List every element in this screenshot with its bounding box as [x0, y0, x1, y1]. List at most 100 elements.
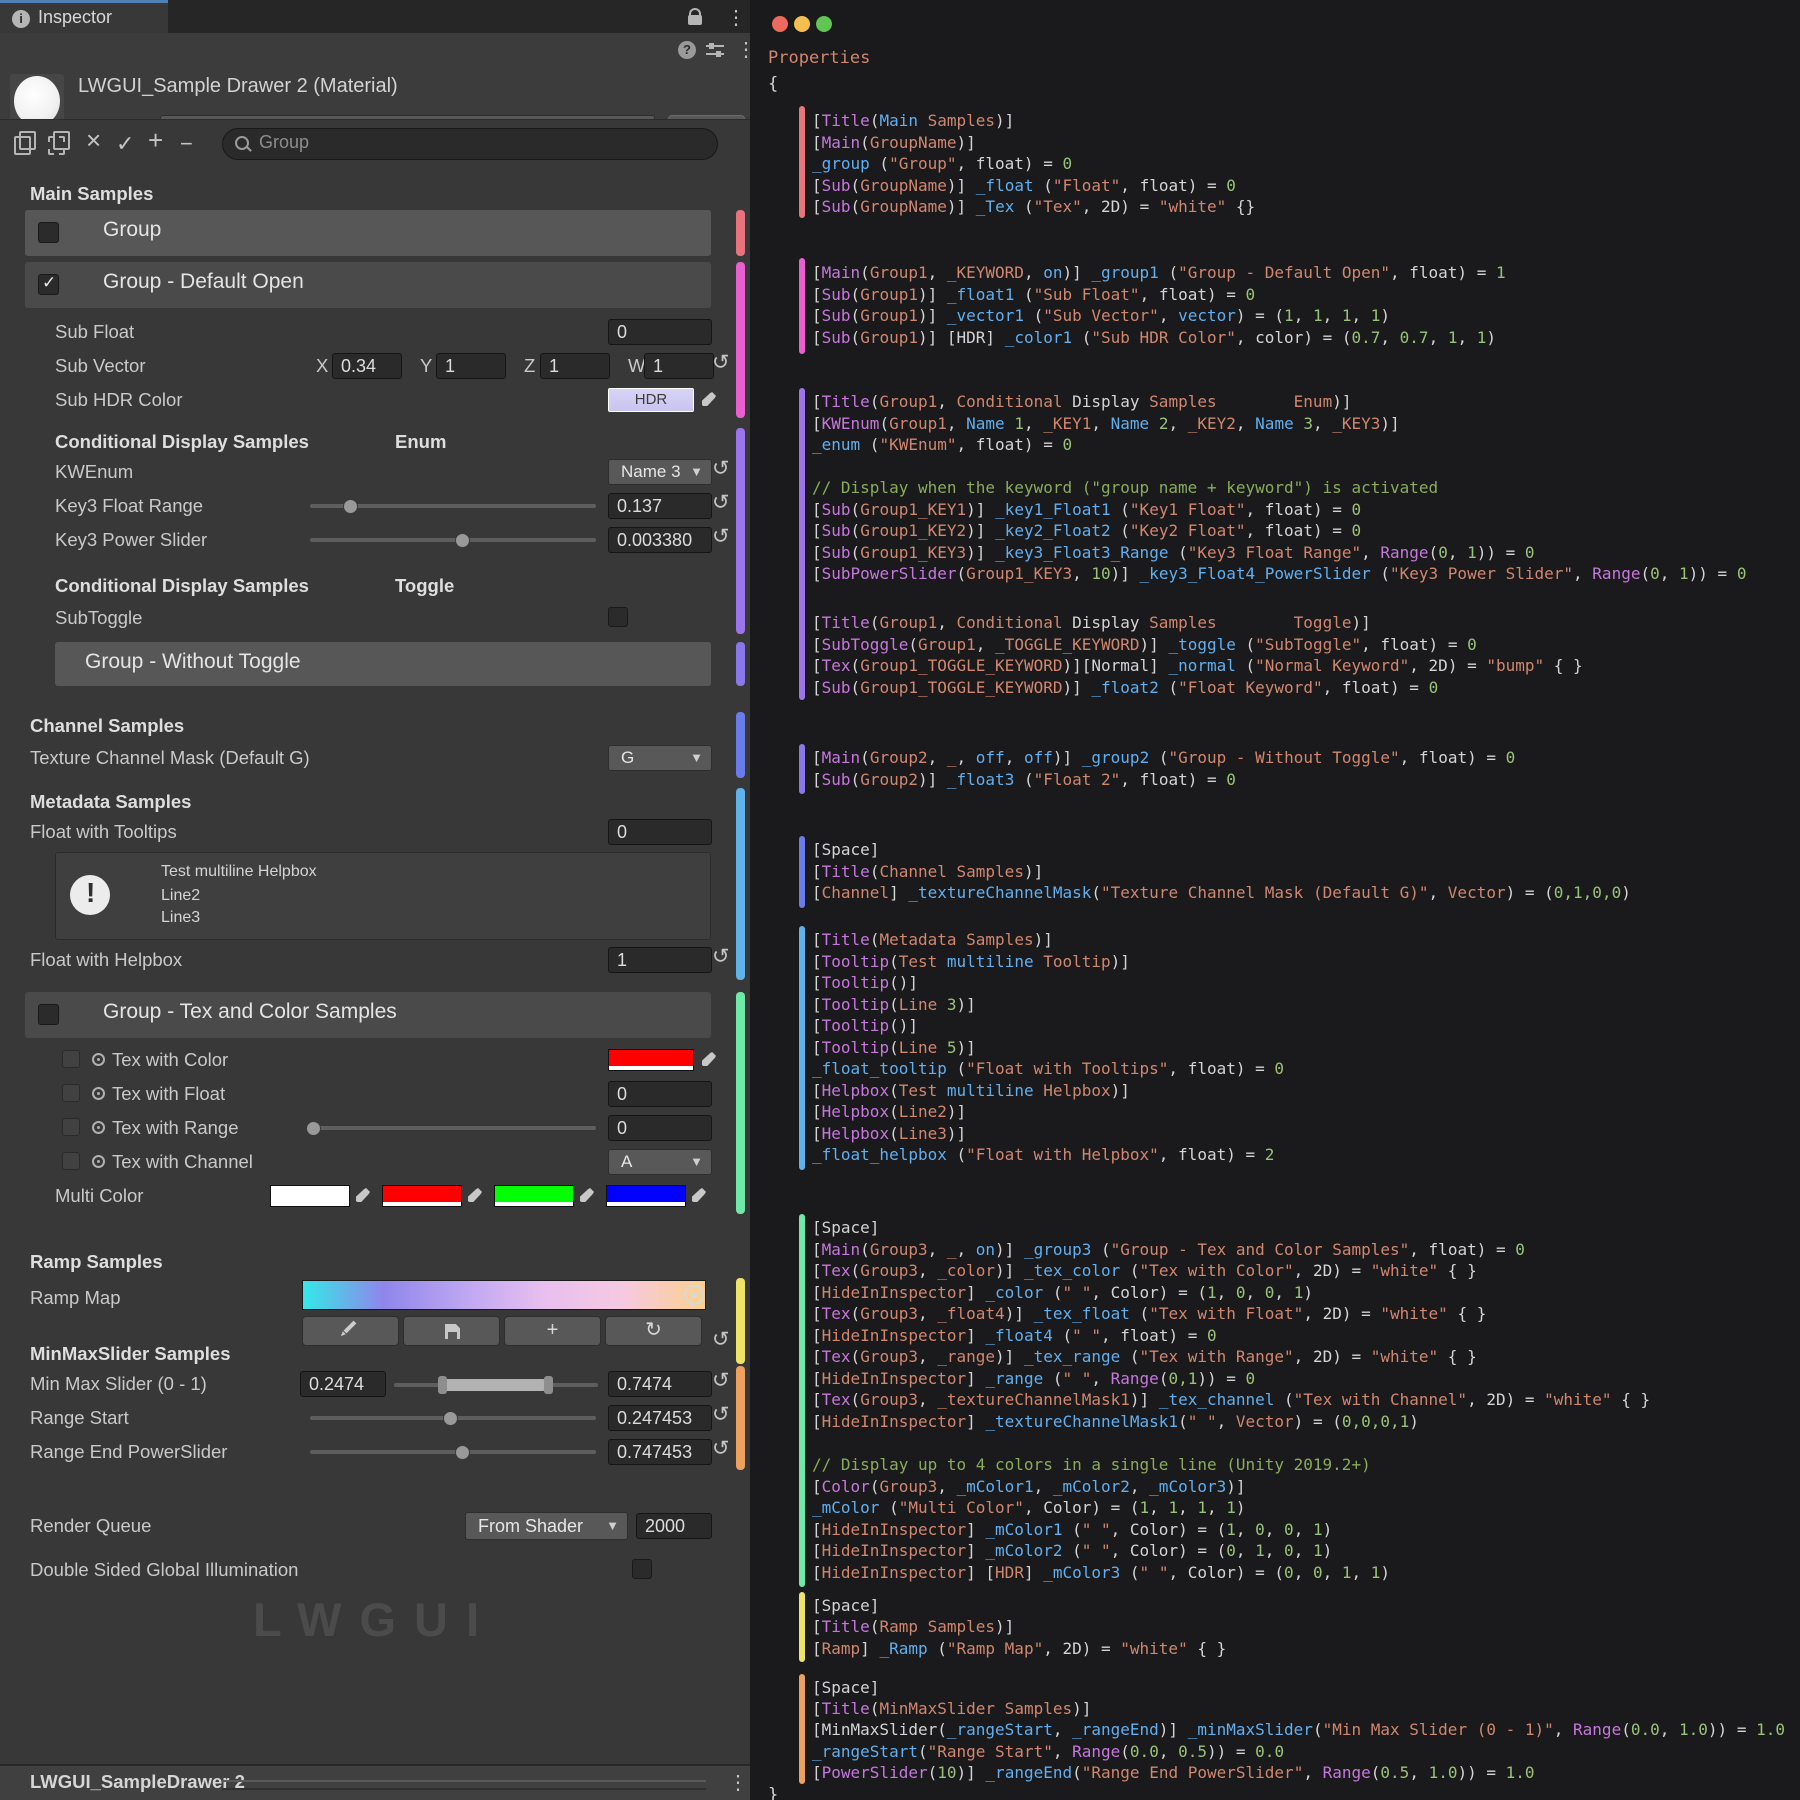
group-default-open-header[interactable]: Group - Default Open	[25, 262, 711, 308]
ramp-refresh-button[interactable]: ↻	[605, 1316, 702, 1346]
tab-inspector[interactable]: i Inspector	[0, 0, 168, 33]
add-icon[interactable]: +	[148, 126, 163, 154]
apply-icon[interactable]: ✓	[116, 130, 134, 158]
preset-icon[interactable]	[706, 43, 724, 57]
eyedropper-icon[interactable]	[466, 1186, 484, 1204]
section-color-bar	[736, 210, 745, 256]
minmax-grip-left[interactable]	[438, 1376, 447, 1394]
tex-range-slider[interactable]	[310, 1126, 596, 1130]
code-line: [Tooltip(Line 5)]	[812, 1038, 976, 1058]
ramp-gradient[interactable]	[302, 1280, 706, 1310]
dsgi-checkbox[interactable]	[632, 1559, 652, 1579]
tex-range-checkbox[interactable]	[62, 1118, 80, 1136]
discard-icon[interactable]: ×	[86, 126, 101, 154]
undo-icon[interactable]: ↺	[712, 1327, 736, 1352]
ramp-target-icon[interactable]	[684, 1285, 704, 1305]
tex-channel-checkbox[interactable]	[62, 1152, 80, 1170]
y-field[interactable]: 1	[436, 353, 506, 379]
zoom-icon[interactable]	[816, 16, 832, 32]
code-line: [Sub(Group2)] _float3 ("Float 2", float)…	[812, 770, 1236, 790]
code-line: [Sub(Group1_KEY3)] _key3_Float3_Range ("…	[812, 543, 1535, 563]
undo-icon[interactable]: ↺	[712, 1436, 736, 1461]
dsgi-label: Double Sided Global Illumination	[30, 1556, 298, 1584]
lock-icon[interactable]	[688, 15, 702, 25]
eyedropper-icon[interactable]	[700, 390, 718, 408]
color-swatch[interactable]	[494, 1185, 574, 1207]
search-field[interactable]: Group	[222, 128, 718, 160]
drag-handle[interactable]	[222, 1780, 706, 1790]
tex-channel-dropdown[interactable]: A ▼	[608, 1149, 712, 1175]
undo-icon[interactable]: ↺	[712, 456, 736, 481]
render-queue-dropdown[interactable]: From Shader ▼	[465, 1512, 628, 1540]
range-start-label: Range Start	[30, 1404, 129, 1432]
w-field[interactable]: 1	[644, 353, 714, 379]
group-default-open-checkbox[interactable]	[38, 274, 59, 295]
subtoggle-checkbox[interactable]	[608, 607, 628, 627]
hdr-color-swatch[interactable]: HDR	[608, 388, 694, 412]
float-tooltips-field[interactable]: 0	[608, 819, 712, 845]
minmax-max-field[interactable]: 0.7474	[608, 1371, 712, 1397]
eyedropper-icon[interactable]	[578, 1186, 596, 1204]
group-header[interactable]: Group	[25, 210, 711, 256]
float-helpbox-field[interactable]: 1	[608, 947, 712, 973]
code-line: [HideInInspector] [HDR] _mColor3 (" ", C…	[812, 1563, 1390, 1583]
tex-color-checkbox[interactable]	[62, 1050, 80, 1068]
key3-power-slider[interactable]	[310, 538, 596, 542]
key3-range-field[interactable]: 0.137	[608, 493, 712, 519]
ramp-add-button[interactable]: +	[504, 1316, 601, 1346]
range-start-knob[interactable]	[443, 1411, 458, 1426]
range-end-knob[interactable]	[455, 1445, 470, 1460]
range-end-slider[interactable]	[310, 1450, 596, 1454]
undo-icon[interactable]: ↺	[712, 350, 736, 375]
color-swatch[interactable]	[382, 1185, 462, 1207]
group-texcolor-checkbox[interactable]	[38, 1004, 59, 1025]
group-without-toggle-header[interactable]: Group - Without Toggle	[55, 642, 711, 686]
ramp-edit-button[interactable]	[302, 1316, 399, 1346]
remove-icon[interactable]: −	[180, 130, 193, 158]
render-queue-field[interactable]: 2000	[636, 1513, 712, 1539]
kebab-menu-icon[interactable]: ⋮	[726, 5, 746, 30]
copy-icon[interactable]	[14, 136, 31, 155]
code-editor-panel[interactable]: Properties { [Title(Main Samples)][Main(…	[750, 0, 1800, 1800]
group-texcolor-header[interactable]: Group - Tex and Color Samples	[25, 992, 711, 1038]
close-icon[interactable]	[772, 16, 788, 32]
minmax-min-field[interactable]: 0.2474	[300, 1371, 386, 1397]
color-swatch[interactable]	[608, 1049, 694, 1071]
chevron-down-icon: ▼	[690, 1150, 703, 1174]
tex-float-field[interactable]: 0	[608, 1081, 712, 1107]
eyedropper-icon[interactable]	[354, 1186, 372, 1204]
channel-mask-dropdown[interactable]: G ▼	[608, 745, 712, 771]
kwenum-dropdown[interactable]: Name 3 ▼	[608, 459, 712, 485]
range-end-field[interactable]: 0.747453	[608, 1439, 712, 1465]
undo-icon[interactable]: ↺	[712, 490, 736, 515]
tex-range-field[interactable]: 0	[608, 1115, 712, 1141]
undo-icon[interactable]: ↺	[712, 944, 736, 969]
range-start-field[interactable]: 0.247453	[608, 1405, 712, 1431]
group-checkbox[interactable]	[38, 222, 59, 243]
eyedropper-icon[interactable]	[700, 1050, 718, 1068]
code-block-color-bar	[799, 1674, 805, 1784]
paste-icon[interactable]	[48, 136, 65, 155]
info-icon: i	[12, 10, 30, 28]
sub-float-field[interactable]: 0	[608, 319, 712, 345]
tex-float-checkbox[interactable]	[62, 1084, 80, 1102]
eyedropper-icon[interactable]	[690, 1186, 708, 1204]
key3-power-knob[interactable]	[455, 533, 470, 548]
help-icon[interactable]: ?	[678, 41, 696, 59]
color-swatch[interactable]	[606, 1185, 686, 1207]
undo-icon[interactable]: ↺	[712, 1402, 736, 1427]
key3-range-knob[interactable]	[343, 499, 358, 514]
z-field[interactable]: 1	[540, 353, 610, 379]
undo-icon[interactable]: ↺	[712, 1368, 736, 1393]
x-field[interactable]: 0.34	[332, 353, 402, 379]
kebab-menu-icon[interactable]: ⋮	[728, 1770, 748, 1795]
undo-icon[interactable]: ↺	[712, 524, 736, 549]
minmax-grip-right[interactable]	[544, 1376, 553, 1394]
color-swatch[interactable]	[270, 1185, 350, 1207]
minmax-range-fill[interactable]	[444, 1379, 546, 1391]
key3-power-field[interactable]: 0.003380	[608, 527, 712, 553]
tex-range-knob[interactable]	[306, 1121, 321, 1136]
section-main-samples: Main Samples	[30, 180, 153, 208]
ramp-save-button[interactable]	[403, 1316, 500, 1346]
minimize-icon[interactable]	[794, 16, 810, 32]
